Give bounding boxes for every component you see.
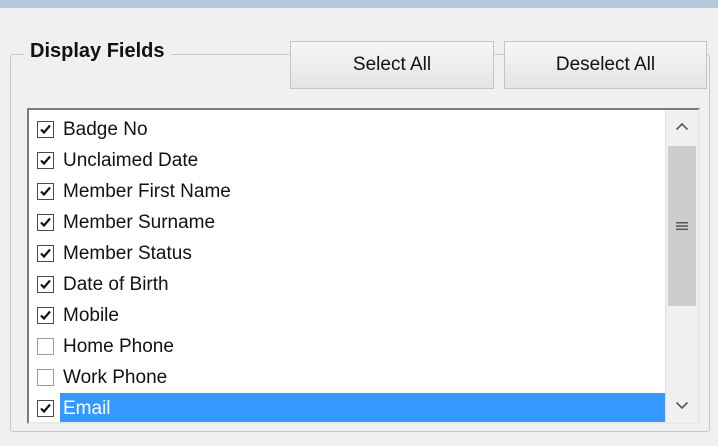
checkbox[interactable]	[37, 338, 54, 355]
vertical-scrollbar[interactable]	[665, 110, 698, 422]
list-item[interactable]: Member First Name	[35, 176, 667, 207]
checkbox[interactable]	[37, 121, 54, 138]
checkmark-icon	[40, 279, 51, 290]
list-item[interactable]: Home Phone	[35, 331, 667, 362]
checkmark-icon	[40, 310, 51, 321]
checkbox[interactable]	[37, 369, 54, 386]
list-item-label: Date of Birth	[63, 274, 169, 295]
scroll-up-button[interactable]	[666, 110, 698, 143]
grip-lines-icon	[676, 222, 688, 231]
group-title: Display Fields	[24, 38, 171, 64]
display-fields-panel: Display Fields Select All Deselect All B…	[0, 8, 718, 446]
list-item-label: Work Phone	[63, 367, 168, 388]
fields-list: Badge No Unclaimed Date Member First Nam…	[35, 114, 667, 422]
list-item[interactable]: Date of Birth	[35, 269, 667, 300]
list-item[interactable]: Unclaimed Date	[35, 145, 667, 176]
checkbox[interactable]	[37, 276, 54, 293]
checkbox[interactable]	[37, 183, 54, 200]
list-item-selected[interactable]: Email	[35, 393, 667, 422]
list-item-label: Badge No	[63, 119, 148, 140]
checkbox[interactable]	[37, 245, 54, 262]
checkmark-icon	[40, 124, 51, 135]
deselect-all-button[interactable]: Deselect All	[504, 41, 707, 89]
list-item-label: Member First Name	[63, 181, 231, 202]
checkbox[interactable]	[37, 152, 54, 169]
list-item[interactable]: Member Surname	[35, 207, 667, 238]
checkbox[interactable]	[37, 214, 54, 231]
checkmark-icon	[40, 186, 51, 197]
fields-listbox[interactable]: Badge No Unclaimed Date Member First Nam…	[27, 108, 700, 424]
scroll-down-button[interactable]	[666, 389, 698, 422]
list-item-label: Home Phone	[63, 336, 174, 357]
list-item-label: Mobile	[63, 305, 119, 326]
scroll-thumb[interactable]	[668, 146, 696, 306]
list-item[interactable]: Mobile	[35, 300, 667, 331]
list-item-label: Email	[60, 393, 667, 422]
chevron-down-icon	[675, 401, 689, 410]
list-item-label: Member Surname	[63, 212, 216, 233]
checkmark-icon	[40, 403, 51, 414]
checkmark-icon	[40, 248, 51, 259]
checkbox[interactable]	[37, 307, 54, 324]
list-item[interactable]: Member Status	[35, 238, 667, 269]
checkmark-icon	[40, 217, 51, 228]
list-item[interactable]: Badge No	[35, 114, 667, 145]
checkbox[interactable]	[37, 400, 54, 417]
chevron-up-icon	[675, 122, 689, 131]
list-item[interactable]: Work Phone	[35, 362, 667, 393]
select-all-button[interactable]: Select All	[290, 41, 494, 89]
list-item-label: Unclaimed Date	[63, 150, 199, 171]
checkmark-icon	[40, 155, 51, 166]
list-item-label: Member Status	[63, 243, 192, 264]
